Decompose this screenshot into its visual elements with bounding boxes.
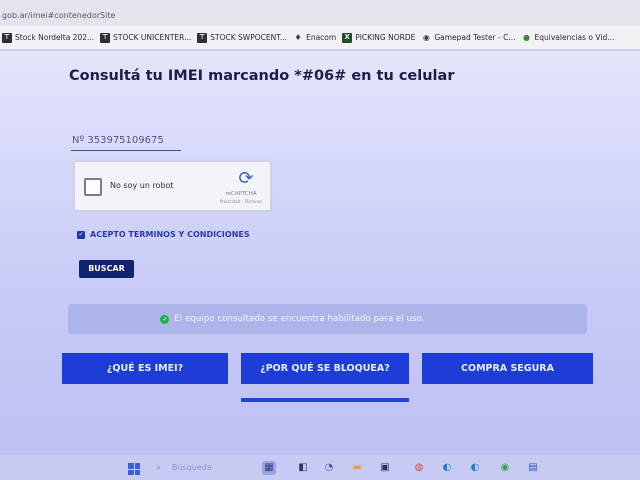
bookmark-gamepad-tester[interactable]: ◉ Gamepad Tester - C... <box>421 33 521 43</box>
bookmark-label: STOCK SWPOCENT... <box>210 33 288 42</box>
bookmark-label: Enacom <box>306 33 337 42</box>
result-banner: ✓ El equipo consultado se encuentra habi… <box>68 304 587 334</box>
document-icon: ⊤ <box>100 32 111 43</box>
app-icon[interactable]: ◉ <box>498 461 512 475</box>
what-is-imei-button[interactable]: ¿QUÉ ES IMEI? <box>62 353 228 384</box>
bookmark-stock-swpocent[interactable]: ⊤ STOCK SWPOCENT... <box>197 32 293 43</box>
taskbar-search[interactable]: Búsqueda <box>172 463 212 472</box>
address-bar[interactable]: gob.ar/imei#contenedorSite <box>0 0 640 28</box>
why-blocked-button[interactable]: ¿POR QUÉ SE BLOQUEA? <box>241 353 409 384</box>
recaptcha-checkbox[interactable] <box>84 178 102 196</box>
search-icon[interactable]: ⌕ <box>156 463 161 473</box>
bookmark-label: PICKING NORDE <box>355 33 416 42</box>
terms-label: ACEPTO TERMINOS Y CONDICIONES <box>90 230 250 239</box>
bookmark-enacom[interactable]: ♦ Enacom <box>293 33 342 43</box>
folder-icon[interactable]: ▬ <box>350 461 364 475</box>
bookmark-equivalencias[interactable]: ● Equivalencias o Vid... <box>522 33 621 43</box>
app-icon-2[interactable]: ▤ <box>526 461 540 475</box>
recaptcha-icon: ⟳ <box>238 168 254 189</box>
bookmark-stock-unicenter[interactable]: ⊤ STOCK UNICENTER... <box>100 32 197 43</box>
active-tab-underline <box>241 398 409 402</box>
taskbar <box>0 455 640 480</box>
safe-purchase-button[interactable]: COMPRA SEGURA <box>422 353 593 384</box>
imei-input[interactable] <box>71 131 181 151</box>
result-message: El equipo consultado se encuentra habili… <box>174 314 425 324</box>
address-url[interactable]: gob.ar/imei#contenedorSite <box>2 11 115 20</box>
terms-checkbox-row[interactable]: ✓ ACEPTO TERMINOS Y CONDICIONES <box>77 230 250 239</box>
recaptcha-label: No soy un robot <box>110 181 174 190</box>
windows-start-icon[interactable] <box>128 463 140 475</box>
document-icon: ⊤ <box>2 32 12 43</box>
flame-icon: ♦ <box>294 32 302 42</box>
spreadsheet-icon: X <box>342 32 353 43</box>
recaptcha-widget: No soy un robot ⟳ reCAPTCHA Privacidad -… <box>74 161 271 211</box>
chrome-icon[interactable]: ◍ <box>412 461 426 475</box>
document-icon: ⊤ <box>197 32 208 43</box>
gamepad-icon: ◉ <box>422 32 430 42</box>
search-button[interactable]: BUSCAR <box>79 260 134 278</box>
terms-checkbox[interactable]: ✓ <box>77 230 85 239</box>
widgets-icon[interactable]: ▦ <box>262 461 276 475</box>
page-title: Consultá tu IMEI marcando *#06# en tu ce… <box>69 68 455 84</box>
bookmark-label: Stock Nordelta 202... <box>15 33 95 42</box>
edge-icon[interactable]: ◐ <box>440 461 454 475</box>
edge-icon-2[interactable]: ◐ <box>468 461 482 475</box>
bookmarks-bar: ⊤ Stock Nordelta 202... ⊤ STOCK UNICENTE… <box>0 26 640 50</box>
bookmark-picking-norde[interactable]: X PICKING NORDE <box>342 32 421 43</box>
globe-icon: ● <box>523 32 530 42</box>
bookmark-label: Equivalencias o Vid... <box>534 33 615 42</box>
recaptcha-brand: reCAPTCHA <box>225 191 257 197</box>
bookmark-label: Gamepad Tester - C... <box>434 33 516 42</box>
task-view-icon[interactable]: ◧ <box>296 461 310 475</box>
store-icon[interactable]: ▣ <box>378 461 392 475</box>
bookmark-label: STOCK UNICENTER... <box>113 33 192 42</box>
check-circle-icon: ✓ <box>160 314 170 324</box>
chat-icon[interactable]: ◔ <box>322 461 336 475</box>
bookmark-stock-nordelta[interactable]: ⊤ Stock Nordelta 202... <box>2 32 100 43</box>
recaptcha-links[interactable]: Privacidad - Términos <box>213 199 269 204</box>
